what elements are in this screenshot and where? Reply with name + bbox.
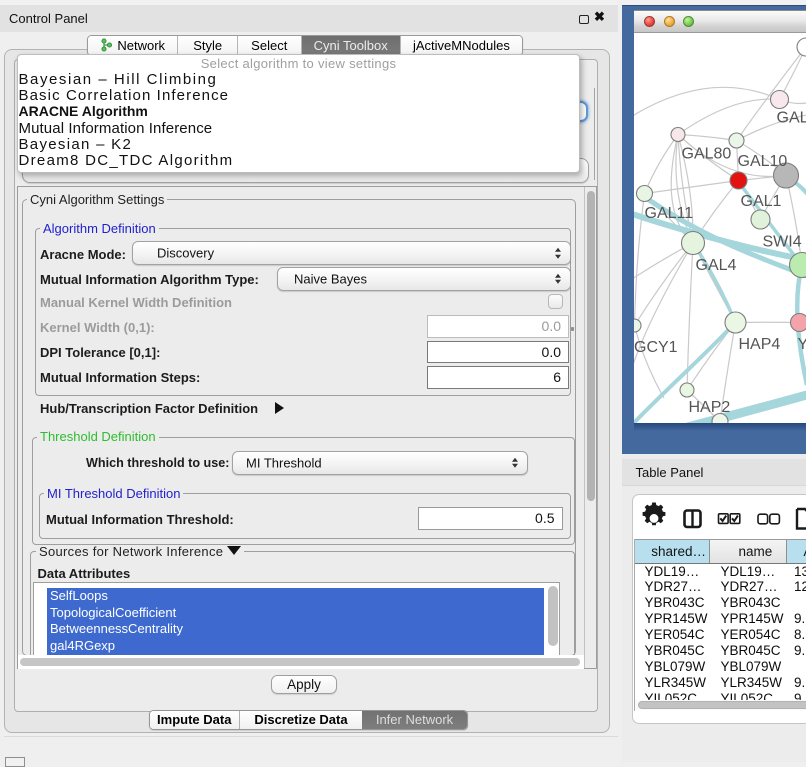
svg-text:HAP2: HAP2 <box>688 399 730 416</box>
svg-text:GAL80: GAL80 <box>681 145 731 162</box>
svg-text:GCY1: GCY1 <box>634 339 678 356</box>
svg-text:Y: Y <box>797 336 806 353</box>
svg-text:GAL11: GAL11 <box>644 205 693 222</box>
svg-text:SWI4: SWI4 <box>762 233 801 250</box>
svg-text:GAL1: GAL1 <box>740 193 781 210</box>
svg-text:GAL4: GAL4 <box>695 257 736 274</box>
svg-text:GAL10: GAL10 <box>737 153 787 170</box>
svg-text:GAL7: GAL7 <box>776 109 806 126</box>
svg-text:HAP4: HAP4 <box>738 336 780 353</box>
